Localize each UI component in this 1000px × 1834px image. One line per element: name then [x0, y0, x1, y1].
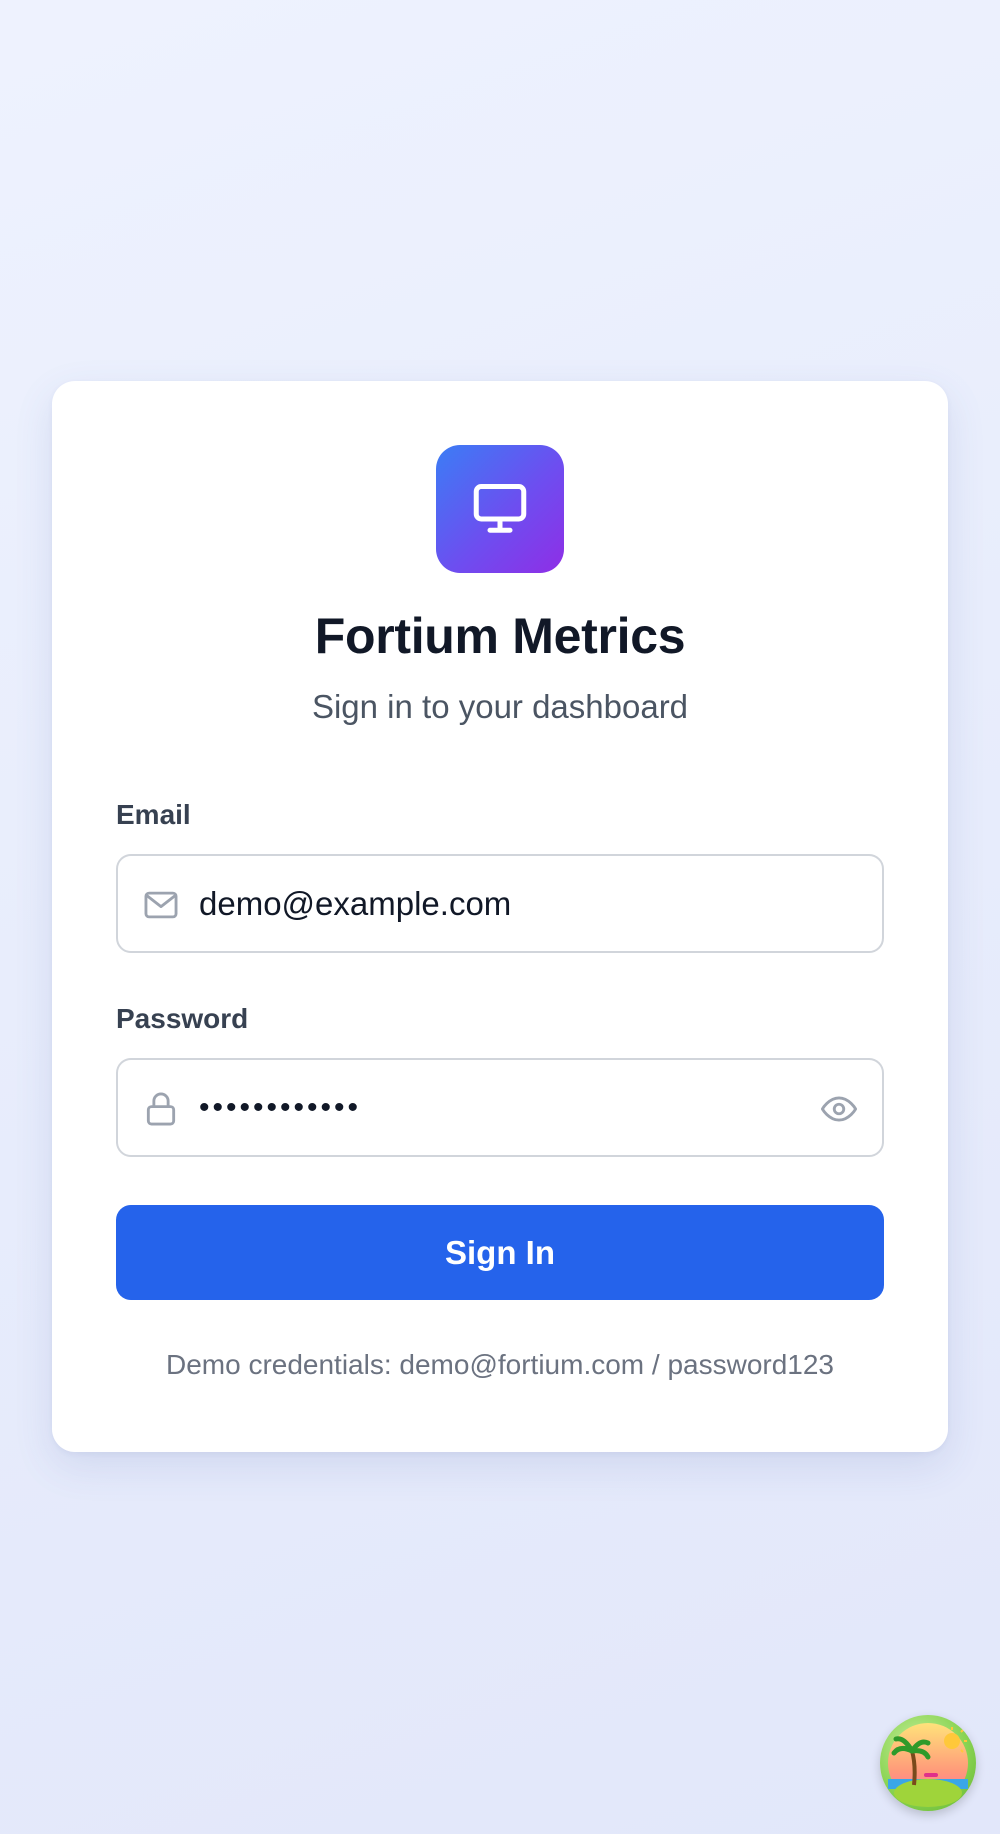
password-input-value[interactable]: •••••••••••• — [199, 1060, 361, 1155]
mail-icon — [144, 891, 178, 919]
floating-action-button[interactable] — [880, 1715, 976, 1811]
email-input-value[interactable]: demo@example.com — [199, 856, 511, 951]
lock-icon — [146, 1092, 176, 1126]
app-logo — [436, 445, 564, 573]
login-card: Fortium Metrics Sign in to your dashboar… — [52, 381, 948, 1452]
email-label: Email — [116, 799, 191, 830]
beach-island-icon — [888, 1723, 968, 1807]
demo-credentials-hint: Demo credentials: demo@fortium.com / pas… — [165, 1349, 835, 1380]
password-field[interactable]: •••••••••••• — [116, 1058, 884, 1157]
monitor-icon — [473, 484, 527, 533]
email-field[interactable]: demo@example.com — [116, 854, 884, 953]
app-subtitle: Sign in to your dashboard — [311, 688, 689, 725]
password-label: Password — [116, 1003, 249, 1034]
sign-in-button[interactable]: Sign In — [116, 1205, 884, 1300]
app-title: Fortium Metrics — [314, 608, 686, 664]
eye-icon[interactable] — [820, 1090, 858, 1128]
